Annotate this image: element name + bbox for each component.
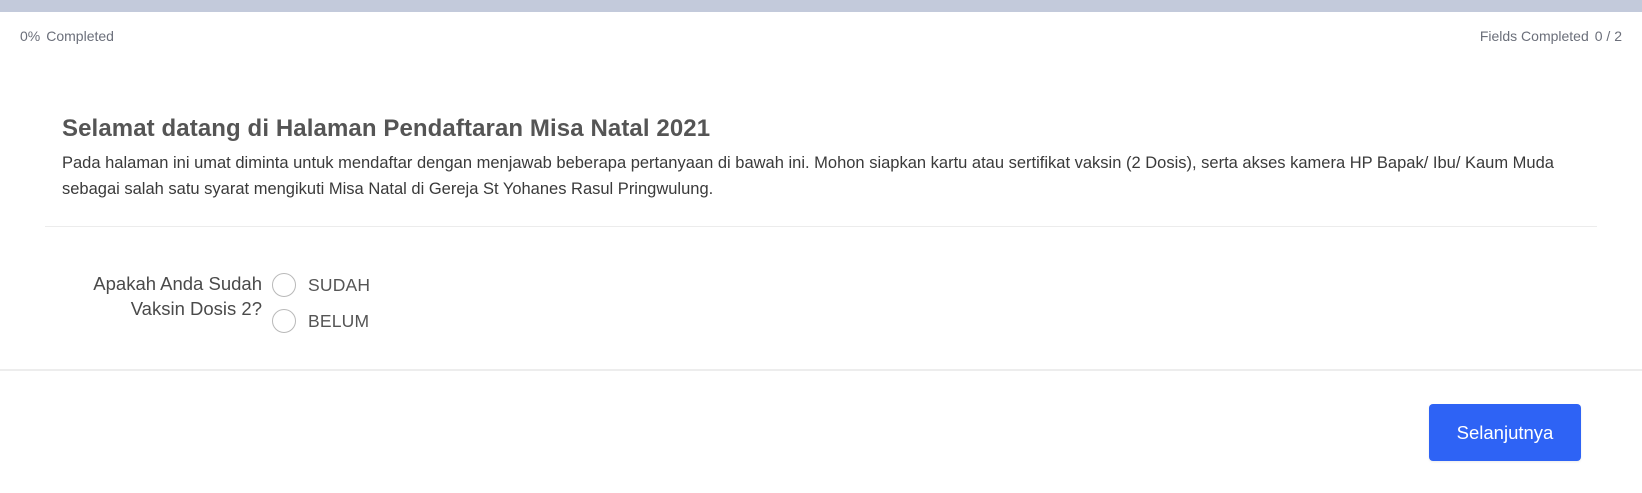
radio-option-belum[interactable]: BELUM bbox=[272, 308, 369, 334]
form-header: Selamat datang di Halaman Pendaftaran Mi… bbox=[62, 113, 1602, 202]
page-title: Selamat datang di Halaman Pendaftaran Mi… bbox=[62, 115, 711, 142]
radio-button-belum[interactable] bbox=[272, 309, 296, 333]
progress-bar bbox=[0, 0, 1642, 12]
radio-option-sudah[interactable]: SUDAH bbox=[272, 272, 370, 298]
page-description: Pada halaman ini umat diminta untuk mend… bbox=[62, 154, 1554, 198]
progress-percent: 0% Completed bbox=[20, 28, 114, 44]
progress-status-row: 0% Completed Fields Completed 0 / 2 bbox=[20, 28, 1622, 46]
fields-completed: Fields Completed 0 / 2 bbox=[1480, 28, 1622, 44]
radio-label-belum[interactable]: BELUM bbox=[308, 311, 369, 332]
radio-button-sudah[interactable] bbox=[272, 273, 296, 297]
next-button[interactable]: Selanjutnya bbox=[1429, 404, 1581, 461]
radio-label-sudah[interactable]: SUDAH bbox=[308, 275, 370, 296]
fields-completed-count: 0 / 2 bbox=[1594, 28, 1622, 44]
fields-completed-label: Fields Completed bbox=[1479, 28, 1589, 44]
header-divider bbox=[45, 226, 1597, 227]
question-label: Apakah Anda Sudah Vaksin Dosis 2? bbox=[93, 273, 262, 319]
progress-percent-value: 0% bbox=[20, 28, 41, 44]
progress-completed-label: Completed bbox=[46, 28, 114, 44]
registration-page: 0% Completed Fields Completed 0 / 2 Selama… bbox=[0, 0, 1642, 493]
footer-divider bbox=[0, 369, 1642, 371]
